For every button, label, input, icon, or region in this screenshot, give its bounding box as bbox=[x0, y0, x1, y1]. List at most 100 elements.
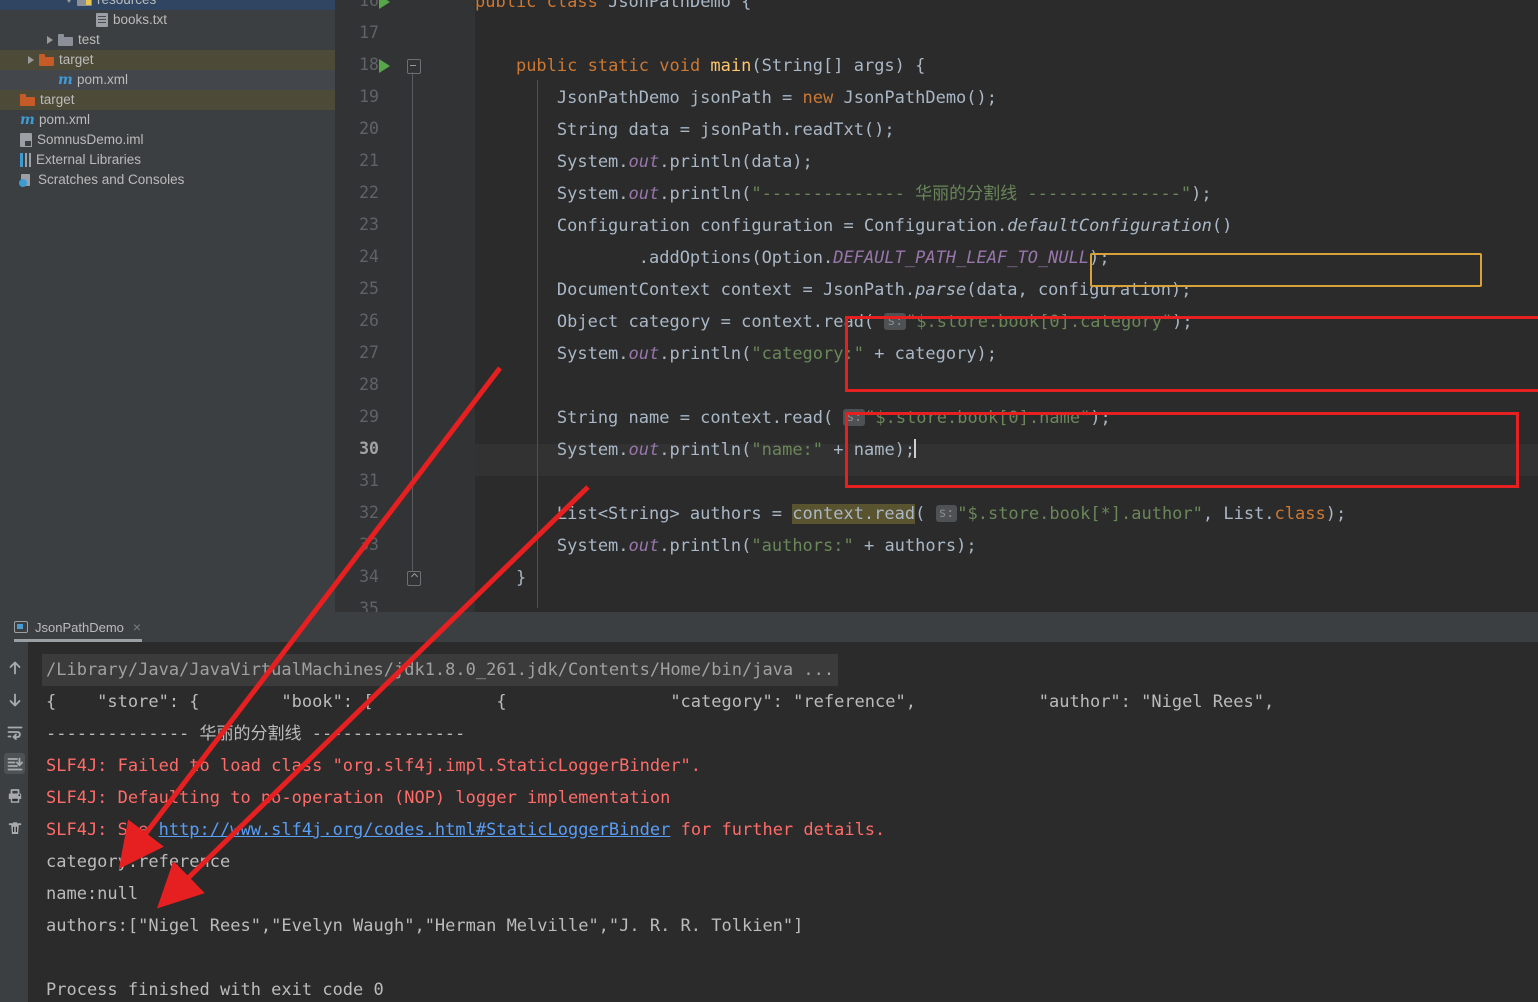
line-number: 28 bbox=[359, 375, 379, 394]
code-line[interactable]: Object category = context.read( s: "$.sto… bbox=[475, 306, 1193, 338]
line-number: 21 bbox=[359, 151, 379, 170]
console-line[interactable]: SLF4J: See http://www.slf4j.org/codes.ht… bbox=[46, 814, 885, 846]
scroll-to-end-icon[interactable] bbox=[4, 753, 25, 774]
tree-item-resources[interactable]: resources bbox=[0, 0, 335, 10]
console-tab-bar[interactable]: JsonPathDemo × bbox=[0, 612, 1538, 642]
tree-item-target[interactable]: target bbox=[0, 90, 335, 110]
tree-item-label: books.txt bbox=[113, 12, 168, 27]
code-line[interactable]: public static void main(String[] args) { bbox=[475, 50, 925, 82]
code-line[interactable]: List<String> authors = context.read( s: "… bbox=[475, 498, 1346, 530]
line-number: 35 bbox=[359, 599, 379, 612]
code-line[interactable]: String data = jsonPath.readTxt(); bbox=[475, 114, 895, 146]
tree-item-label: target bbox=[59, 52, 94, 67]
arrow-spacer bbox=[84, 16, 93, 25]
console-tab-label: JsonPathDemo bbox=[35, 619, 124, 635]
tree-item-pom-xml[interactable]: m pom.xml bbox=[0, 70, 335, 90]
console-toolbar[interactable] bbox=[0, 642, 28, 1002]
code-editor-area[interactable]: 16 17 18 19 20 21 22 23 24 25 26 27 28 29 30 31 32 33 34 35… bbox=[335, 0, 1538, 612]
editor-gutter[interactable]: 16 17 18 19 20 21 22 23 24 25 26 27 28 29 30 31 32 33 34 35 bbox=[335, 0, 475, 612]
line-number: 27 bbox=[359, 343, 379, 362]
tree-item-somnusdemo-iml[interactable]: SomnusDemo.iml bbox=[0, 130, 335, 150]
arrow-spacer bbox=[46, 76, 55, 85]
console-line: SLF4J: Failed to load class "org.slf4j.i… bbox=[46, 756, 702, 776]
tree-item-pom-xml[interactable]: m pom.xml bbox=[0, 110, 335, 130]
project-tree-panel[interactable]: resourcesbooks.txttesttargetmpom.xmltarg… bbox=[0, 0, 335, 600]
code-fold-end-icon[interactable] bbox=[407, 571, 421, 586]
print-icon[interactable] bbox=[4, 785, 25, 806]
tree-item-target[interactable]: target bbox=[0, 50, 335, 70]
trash-icon[interactable] bbox=[4, 817, 25, 838]
iml-file-icon bbox=[20, 133, 32, 147]
console-line: category:reference bbox=[46, 852, 231, 872]
intellij-idea-window: resourcesbooks.txttesttargetmpom.xmltarg… bbox=[0, 0, 1538, 1002]
chevron-right-icon[interactable] bbox=[27, 55, 36, 65]
code-line[interactable]: public class JsonPathDemo { bbox=[475, 0, 751, 18]
line-number: 33 bbox=[359, 535, 379, 554]
close-icon[interactable]: × bbox=[133, 619, 141, 635]
arrow-spacer bbox=[8, 96, 17, 105]
run-gutter-icon[interactable] bbox=[379, 59, 390, 73]
line-number: 22 bbox=[359, 183, 379, 202]
code-line[interactable]: System.out.println("category:" + categor… bbox=[475, 338, 997, 370]
tree-item-label: External Libraries bbox=[36, 152, 142, 167]
scroll-up-icon[interactable] bbox=[4, 657, 25, 678]
tree-item-label: resources bbox=[97, 0, 156, 10]
code-line[interactable]: JsonPathDemo jsonPath = new JsonPathDemo… bbox=[475, 82, 997, 114]
line-number: 16 bbox=[359, 0, 379, 10]
line-number: 32 bbox=[359, 503, 379, 522]
library-icon bbox=[20, 153, 31, 167]
console-tab-jsonpathdemo[interactable]: JsonPathDemo × bbox=[14, 614, 141, 640]
code-line[interactable]: System.out.println("-------------- 华丽的分割… bbox=[475, 178, 1212, 210]
tree-item-books-txt[interactable]: books.txt bbox=[0, 10, 335, 30]
console-output[interactable]: /Library/Java/JavaVirtualMachines/jdk1.8… bbox=[28, 642, 1538, 1002]
scratches-icon bbox=[19, 173, 33, 187]
line-number: 19 bbox=[359, 87, 379, 106]
run-gutter-icon[interactable] bbox=[379, 0, 390, 9]
parameter-hint: s: bbox=[843, 409, 866, 426]
tree-item-label: target bbox=[40, 92, 75, 107]
tree-item-label: test bbox=[78, 32, 100, 47]
code-line[interactable]: System.out.println(data); bbox=[475, 146, 813, 178]
parameter-hint: s: bbox=[884, 313, 907, 330]
console-line: { "store": { "book": [ { "category": "re… bbox=[46, 692, 1275, 712]
folder-gray-icon bbox=[58, 34, 73, 46]
code-line[interactable]: } bbox=[475, 562, 526, 594]
code-fold-collapse-icon[interactable] bbox=[407, 59, 421, 74]
console-line: -------------- 华丽的分割线 --------------- bbox=[46, 724, 466, 744]
line-number: 20 bbox=[359, 119, 379, 138]
console-line: authors:["Nigel Rees","Evelyn Waugh","He… bbox=[46, 916, 804, 936]
code-line[interactable]: Configuration configuration = Configurat… bbox=[475, 210, 1233, 242]
scroll-down-icon[interactable] bbox=[4, 689, 25, 710]
code-line[interactable]: String name = context.read( s: "$.store.b… bbox=[475, 402, 1111, 434]
fold-region-line bbox=[412, 72, 413, 572]
line-number: 31 bbox=[359, 471, 379, 490]
chevron-right-icon[interactable] bbox=[46, 35, 55, 45]
code-line[interactable]: System.out.println("name:" + name); bbox=[475, 434, 916, 466]
tree-item-scratches-and-consoles[interactable]: Scratches and Consoles bbox=[0, 170, 335, 190]
folder-orange-icon bbox=[39, 54, 54, 66]
file-icon bbox=[96, 13, 108, 27]
soft-wrap-icon[interactable] bbox=[4, 721, 25, 742]
slf4j-link[interactable]: http://www.slf4j.org/codes.html#StaticLo… bbox=[159, 820, 671, 840]
console-line: /Library/Java/JavaVirtualMachines/jdk1.8… bbox=[42, 654, 839, 686]
maven-m-icon: m bbox=[58, 72, 73, 88]
arrow-spacer bbox=[8, 116, 17, 125]
tree-item-test[interactable]: test bbox=[0, 30, 335, 50]
arrow-spacer bbox=[8, 136, 17, 145]
tree-item-external-libraries[interactable]: External Libraries bbox=[0, 150, 335, 170]
arrow-spacer bbox=[8, 156, 17, 165]
code-line[interactable]: .addOptions(Option.DEFAULT_PATH_LEAF_TO_… bbox=[475, 242, 1110, 274]
line-number: 29 bbox=[359, 407, 379, 426]
console-line: name:null bbox=[46, 884, 139, 904]
tree-item-label: pom.xml bbox=[39, 112, 91, 127]
code-line[interactable]: System.out.println("authors:" + authors)… bbox=[475, 530, 977, 562]
line-number: 18 bbox=[359, 55, 379, 74]
tree-item-label: SomnusDemo.iml bbox=[37, 132, 144, 147]
chevron-down-icon[interactable] bbox=[65, 0, 74, 5]
line-number: 17 bbox=[359, 23, 379, 42]
run-tool-window[interactable]: JsonPathDemo × /Library/Java/JavaVirtual… bbox=[0, 612, 1538, 1002]
line-number: 24 bbox=[359, 247, 379, 266]
code-line[interactable]: DocumentContext context = JsonPath.parse… bbox=[475, 274, 1192, 306]
run-configuration-icon bbox=[14, 621, 28, 633]
search-match-highlight: context.read bbox=[792, 504, 916, 524]
